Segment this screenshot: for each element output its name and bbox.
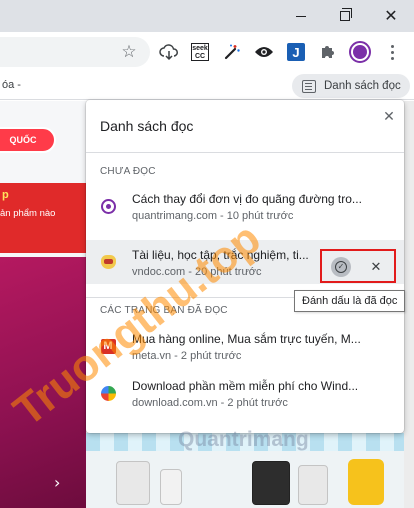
close-icon: ✕ xyxy=(384,6,398,25)
product-image xyxy=(298,465,328,505)
panel-close-button[interactable]: ✕ xyxy=(380,108,398,126)
banner-text: QUỐC xyxy=(9,135,37,145)
reading-list-item[interactable]: M Mua hàng online, Mua sắm trực tuyến, M… xyxy=(86,324,404,368)
puzzle-icon xyxy=(322,46,334,58)
item-meta: vndoc.com - 20 phút trước xyxy=(132,266,262,278)
product-image xyxy=(348,459,384,505)
divider xyxy=(86,152,404,153)
magic-wand-extension[interactable] xyxy=(220,40,244,64)
item-title: Cách thay đổi đơn vị đo quãng đường tro.… xyxy=(132,192,362,206)
cloud-download-icon xyxy=(159,44,178,61)
browser-toolbar: ☆ seek CC J xyxy=(0,32,414,72)
product-image xyxy=(252,461,290,505)
reading-list-item[interactable]: Cách thay đổi đơn vị đo quãng đường tro.… xyxy=(86,184,404,228)
vndoc-favicon-icon xyxy=(100,254,116,270)
bookmark-star-icon[interactable]: ☆ xyxy=(118,41,140,63)
banner-heading: p xyxy=(2,189,9,201)
highlight-annotation xyxy=(320,249,396,283)
product-image xyxy=(116,461,150,505)
cloud-download-extension[interactable] xyxy=(157,40,181,64)
reading-list-item[interactable]: Download phần mềm miễn phí cho Wind... d… xyxy=(86,371,404,415)
banner-ribbon: QUỐC xyxy=(0,127,56,153)
quantrimang-favicon-icon xyxy=(100,198,116,214)
profile-avatar-icon xyxy=(349,41,371,63)
bookmark-item[interactable]: óa - xyxy=(2,79,21,91)
window-titlebar: ✕ xyxy=(0,0,414,32)
banner-subtext: ản phẩm nào xyxy=(0,208,56,219)
seek-cc-icon: seek CC xyxy=(191,43,209,61)
restore-icon xyxy=(340,8,352,21)
tooltip: Đánh dấu là đã đọc xyxy=(294,290,406,312)
download-favicon-icon xyxy=(100,385,116,401)
meta-favicon-icon: M xyxy=(100,338,116,354)
item-meta: download.com.vn - 2 phút trước xyxy=(132,397,288,409)
bookmarks-bar: óa - Danh sách đọc xyxy=(0,72,414,100)
eye-extension[interactable] xyxy=(252,40,276,64)
product-image xyxy=(160,469,182,505)
product-banner[interactable] xyxy=(86,425,404,508)
more-vert-icon xyxy=(390,44,394,60)
j-extension-icon: J xyxy=(287,43,305,61)
close-window-button[interactable]: ✕ xyxy=(368,0,414,32)
reading-list-button[interactable]: Danh sách đọc xyxy=(292,74,410,98)
magic-wand-icon xyxy=(224,44,240,60)
unread-section-header: CHƯA ĐỌC xyxy=(100,166,156,177)
eye-icon xyxy=(255,47,273,57)
reading-list-label: Danh sách đọc xyxy=(324,80,401,92)
item-title: Download phần mềm miễn phí cho Wind... xyxy=(132,379,359,393)
item-meta: quantrimang.com - 10 phút trước xyxy=(132,210,294,222)
panel-title: Danh sách đọc xyxy=(100,118,194,134)
extensions-button[interactable] xyxy=(316,40,340,64)
minimize-icon xyxy=(296,15,306,17)
item-meta: meta.vn - 2 phút trước xyxy=(132,350,242,362)
page-scroll-edge xyxy=(404,101,414,508)
seek-cc-extension[interactable]: seek CC xyxy=(188,40,212,64)
carousel-next-icon[interactable]: › xyxy=(54,473,60,492)
maximize-button[interactable] xyxy=(322,0,368,32)
reading-list-icon xyxy=(302,79,316,93)
item-title: Mua hàng online, Mua sắm trực tuyến, M..… xyxy=(132,332,361,346)
read-section-header: CÁC TRANG BẠN ĐÃ ĐỌC xyxy=(100,305,228,316)
minimize-button[interactable] xyxy=(278,0,324,32)
chrome-menu-button[interactable] xyxy=(380,40,404,64)
j-extension[interactable]: J xyxy=(284,40,308,64)
profile-button[interactable] xyxy=(348,40,372,64)
item-title: Tài liệu, học tập, trắc nghiệm, ti... xyxy=(132,248,309,262)
promo-image[interactable] xyxy=(0,257,86,508)
banner-decoration xyxy=(86,433,404,451)
